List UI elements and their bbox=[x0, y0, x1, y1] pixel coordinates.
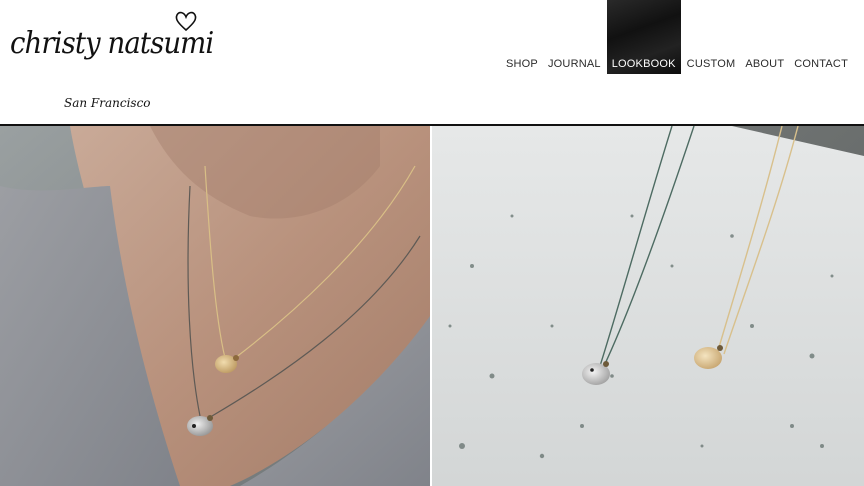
main-nav: SHOP JOURNAL LOOKBOOK CUSTOM ABOUT CONTA… bbox=[500, 0, 852, 74]
site-header: christy natsumi San Francisco SHOP JOURN… bbox=[0, 0, 864, 124]
nav-item-about[interactable]: ABOUT bbox=[741, 0, 788, 74]
brand-logo[interactable]: christy natsumi San Francisco bbox=[6, 4, 214, 116]
nav-item-label: LOOKBOOK bbox=[611, 58, 676, 70]
lookbook-photo-model[interactable] bbox=[0, 126, 430, 486]
lookbook-photo-flatlay[interactable] bbox=[432, 126, 864, 486]
nav-item-label: ABOUT bbox=[745, 58, 785, 70]
nav-item-journal[interactable]: JOURNAL bbox=[544, 0, 605, 74]
nav-item-label: CUSTOM bbox=[686, 58, 736, 70]
nav-item-custom[interactable]: CUSTOM bbox=[683, 0, 740, 74]
brand-location: San Francisco bbox=[64, 96, 151, 110]
nav-item-shop[interactable]: SHOP bbox=[502, 0, 542, 74]
photo-model-image bbox=[0, 126, 430, 486]
nav-item-label: JOURNAL bbox=[547, 58, 601, 70]
nav-item-contact[interactable]: CONTACT bbox=[790, 0, 852, 74]
nav-item-lookbook[interactable]: LOOKBOOK bbox=[606, 0, 681, 74]
nav-item-label: SHOP bbox=[505, 58, 538, 70]
photo-flatlay-image bbox=[432, 126, 864, 486]
nav-item-label: CONTACT bbox=[794, 58, 848, 70]
heart-icon bbox=[174, 10, 198, 32]
